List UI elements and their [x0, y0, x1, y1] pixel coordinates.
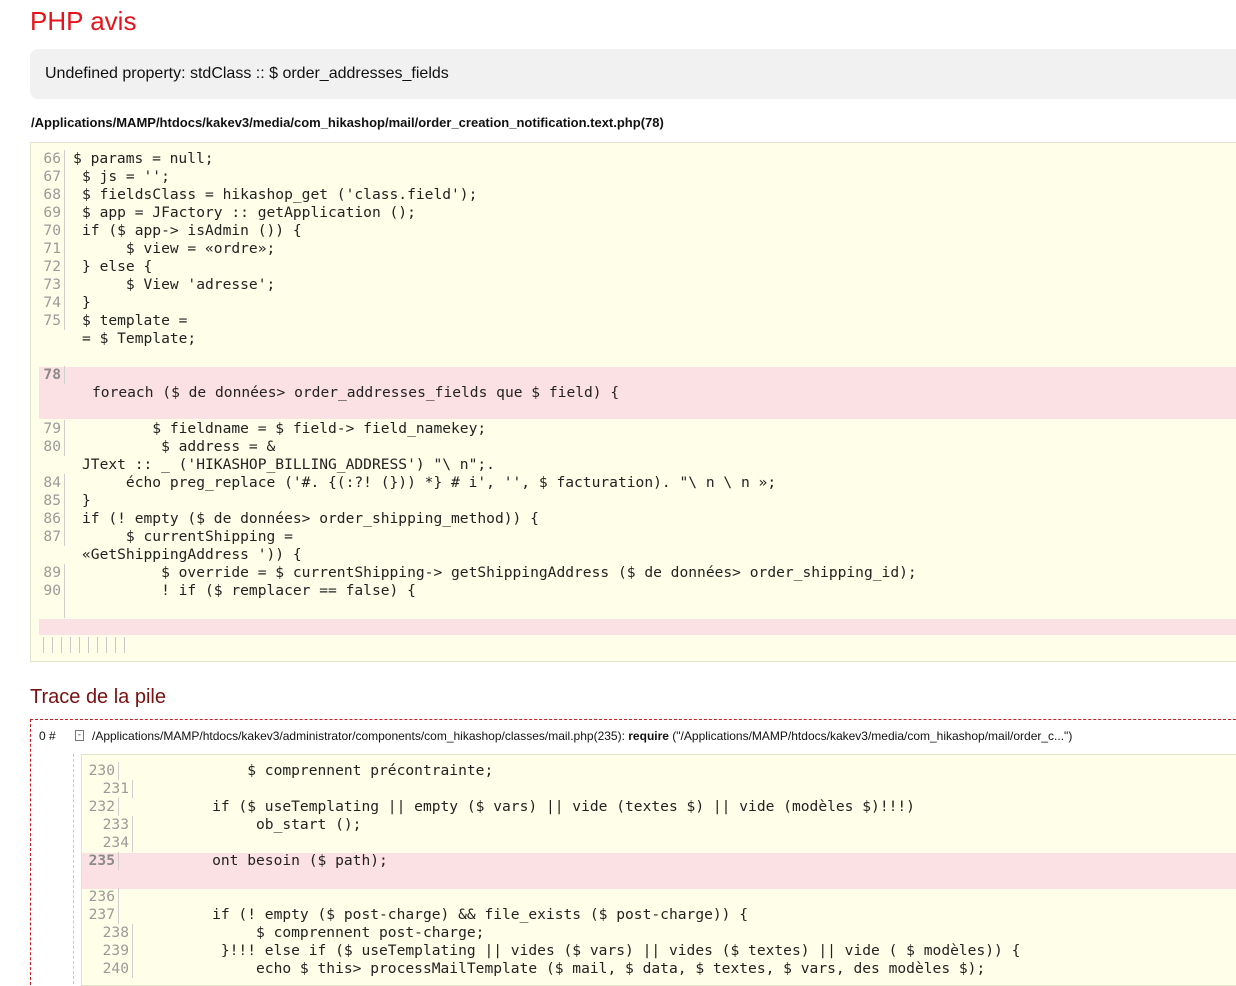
code-line: 69 $ app = JFactory :: getApplication (); — [31, 204, 1236, 222]
code-line: 90 ! if ($ remplacer == false) { — [31, 582, 1236, 600]
code-line: 84 écho preg_replace ('#. {(:?! (})) *} … — [31, 474, 1236, 492]
code-line: 73 $ View 'adresse'; — [31, 276, 1236, 294]
code-line: 238 $ comprennent post-charge; — [82, 924, 1236, 942]
highlight-band — [39, 619, 1236, 635]
code-line: 236 — [82, 888, 1236, 906]
frame-guide — [73, 754, 74, 984]
error-message: Undefined property: stdClass :: $ order_… — [45, 65, 449, 82]
frame-index: 0 # — [39, 729, 56, 743]
code-line: 72} else { — [31, 258, 1236, 276]
code-line: 237 if (! empty ($ post-charge) && file_… — [82, 906, 1236, 924]
code-line: 234 — [82, 834, 1236, 852]
code-excerpt: 66 $ params = null; 67 $ js = ''; 68 $ fiel… — [30, 142, 1236, 662]
stack-trace-title: Trace de la pile — [30, 686, 166, 708]
code-line: 66 $ params = null; — [31, 150, 1236, 168]
code-line: 86 if (! empty ($ de données> order_shipp… — [31, 510, 1236, 528]
code-line: 232 if ($ useTemplating || empty ($ vars… — [82, 798, 1236, 816]
error-code-line: 235 ont besoin ($ path); — [82, 852, 1236, 870]
gutter-ticks — [43, 637, 133, 653]
code-line: 75 $ template = — [31, 312, 1236, 330]
code-line: 240 echo $ this> processMailTemplate ($ … — [82, 960, 1236, 978]
code-line: 239 }!!! else if ($ useTemplating || vid… — [82, 942, 1236, 960]
code-line: 71 $ view = «ordre»; — [31, 240, 1236, 258]
error-code-line: 78 — [31, 366, 1236, 384]
code-line: 87 $ currentShipping = — [31, 528, 1236, 546]
code-line: = $ Template; — [82, 330, 197, 347]
code-line: 85} — [31, 492, 1236, 510]
code-line: 79 $ fieldname = $ field-> field_namekey… — [31, 420, 1236, 438]
frame-args: ("/Applications/MAMP/htdocs/kakev3/media… — [672, 729, 1073, 743]
code-line: 70 if ($ app-> isAdmin ()) { — [31, 222, 1236, 240]
stack-trace: 0 # - /Applications/MAMP/htdocs/kakev3/a… — [30, 719, 1236, 986]
code-line: 68 $ fieldsClass = hikashop_get ('class.f… — [31, 186, 1236, 204]
frame-code-excerpt: 230 $ comprennent précontrainte; 231 232… — [81, 754, 1236, 986]
code-line: 89 $ override = $ currentShipping-> getS… — [31, 564, 1236, 582]
code-line: 231 — [82, 780, 1236, 798]
error-code-line-text: foreach ($ de données> order_addresses_f… — [92, 384, 620, 401]
code-line: «GetShippingAddress ')) { — [82, 546, 302, 563]
frame-location: /Applications/MAMP/htdocs/kakev3/adminis… — [92, 729, 625, 743]
code-line: 233 ob_start (); — [82, 816, 1236, 834]
code-line: JText :: _ ('HIKASHOP_BILLING_ADDRESS') … — [82, 456, 495, 473]
error-file-path: /Applications/MAMP/htdocs/kakev3/media/c… — [31, 115, 664, 130]
error-message-box: Undefined property: stdClass :: $ order_… — [30, 49, 1236, 99]
code-line: 74} — [31, 294, 1236, 312]
collapse-toggle-icon[interactable]: - — [75, 730, 84, 741]
code-line: 230 $ comprennent précontrainte; — [82, 762, 1236, 780]
code-line — [31, 600, 1236, 618]
code-line: 80 $ address = & — [31, 438, 1236, 456]
stack-frame-header[interactable]: /Applications/MAMP/htdocs/kakev3/adminis… — [92, 729, 1072, 743]
frame-function: require — [628, 729, 669, 743]
code-line: 67 $ js = ''; — [31, 168, 1236, 186]
page-title: PHP avis — [30, 6, 137, 36]
